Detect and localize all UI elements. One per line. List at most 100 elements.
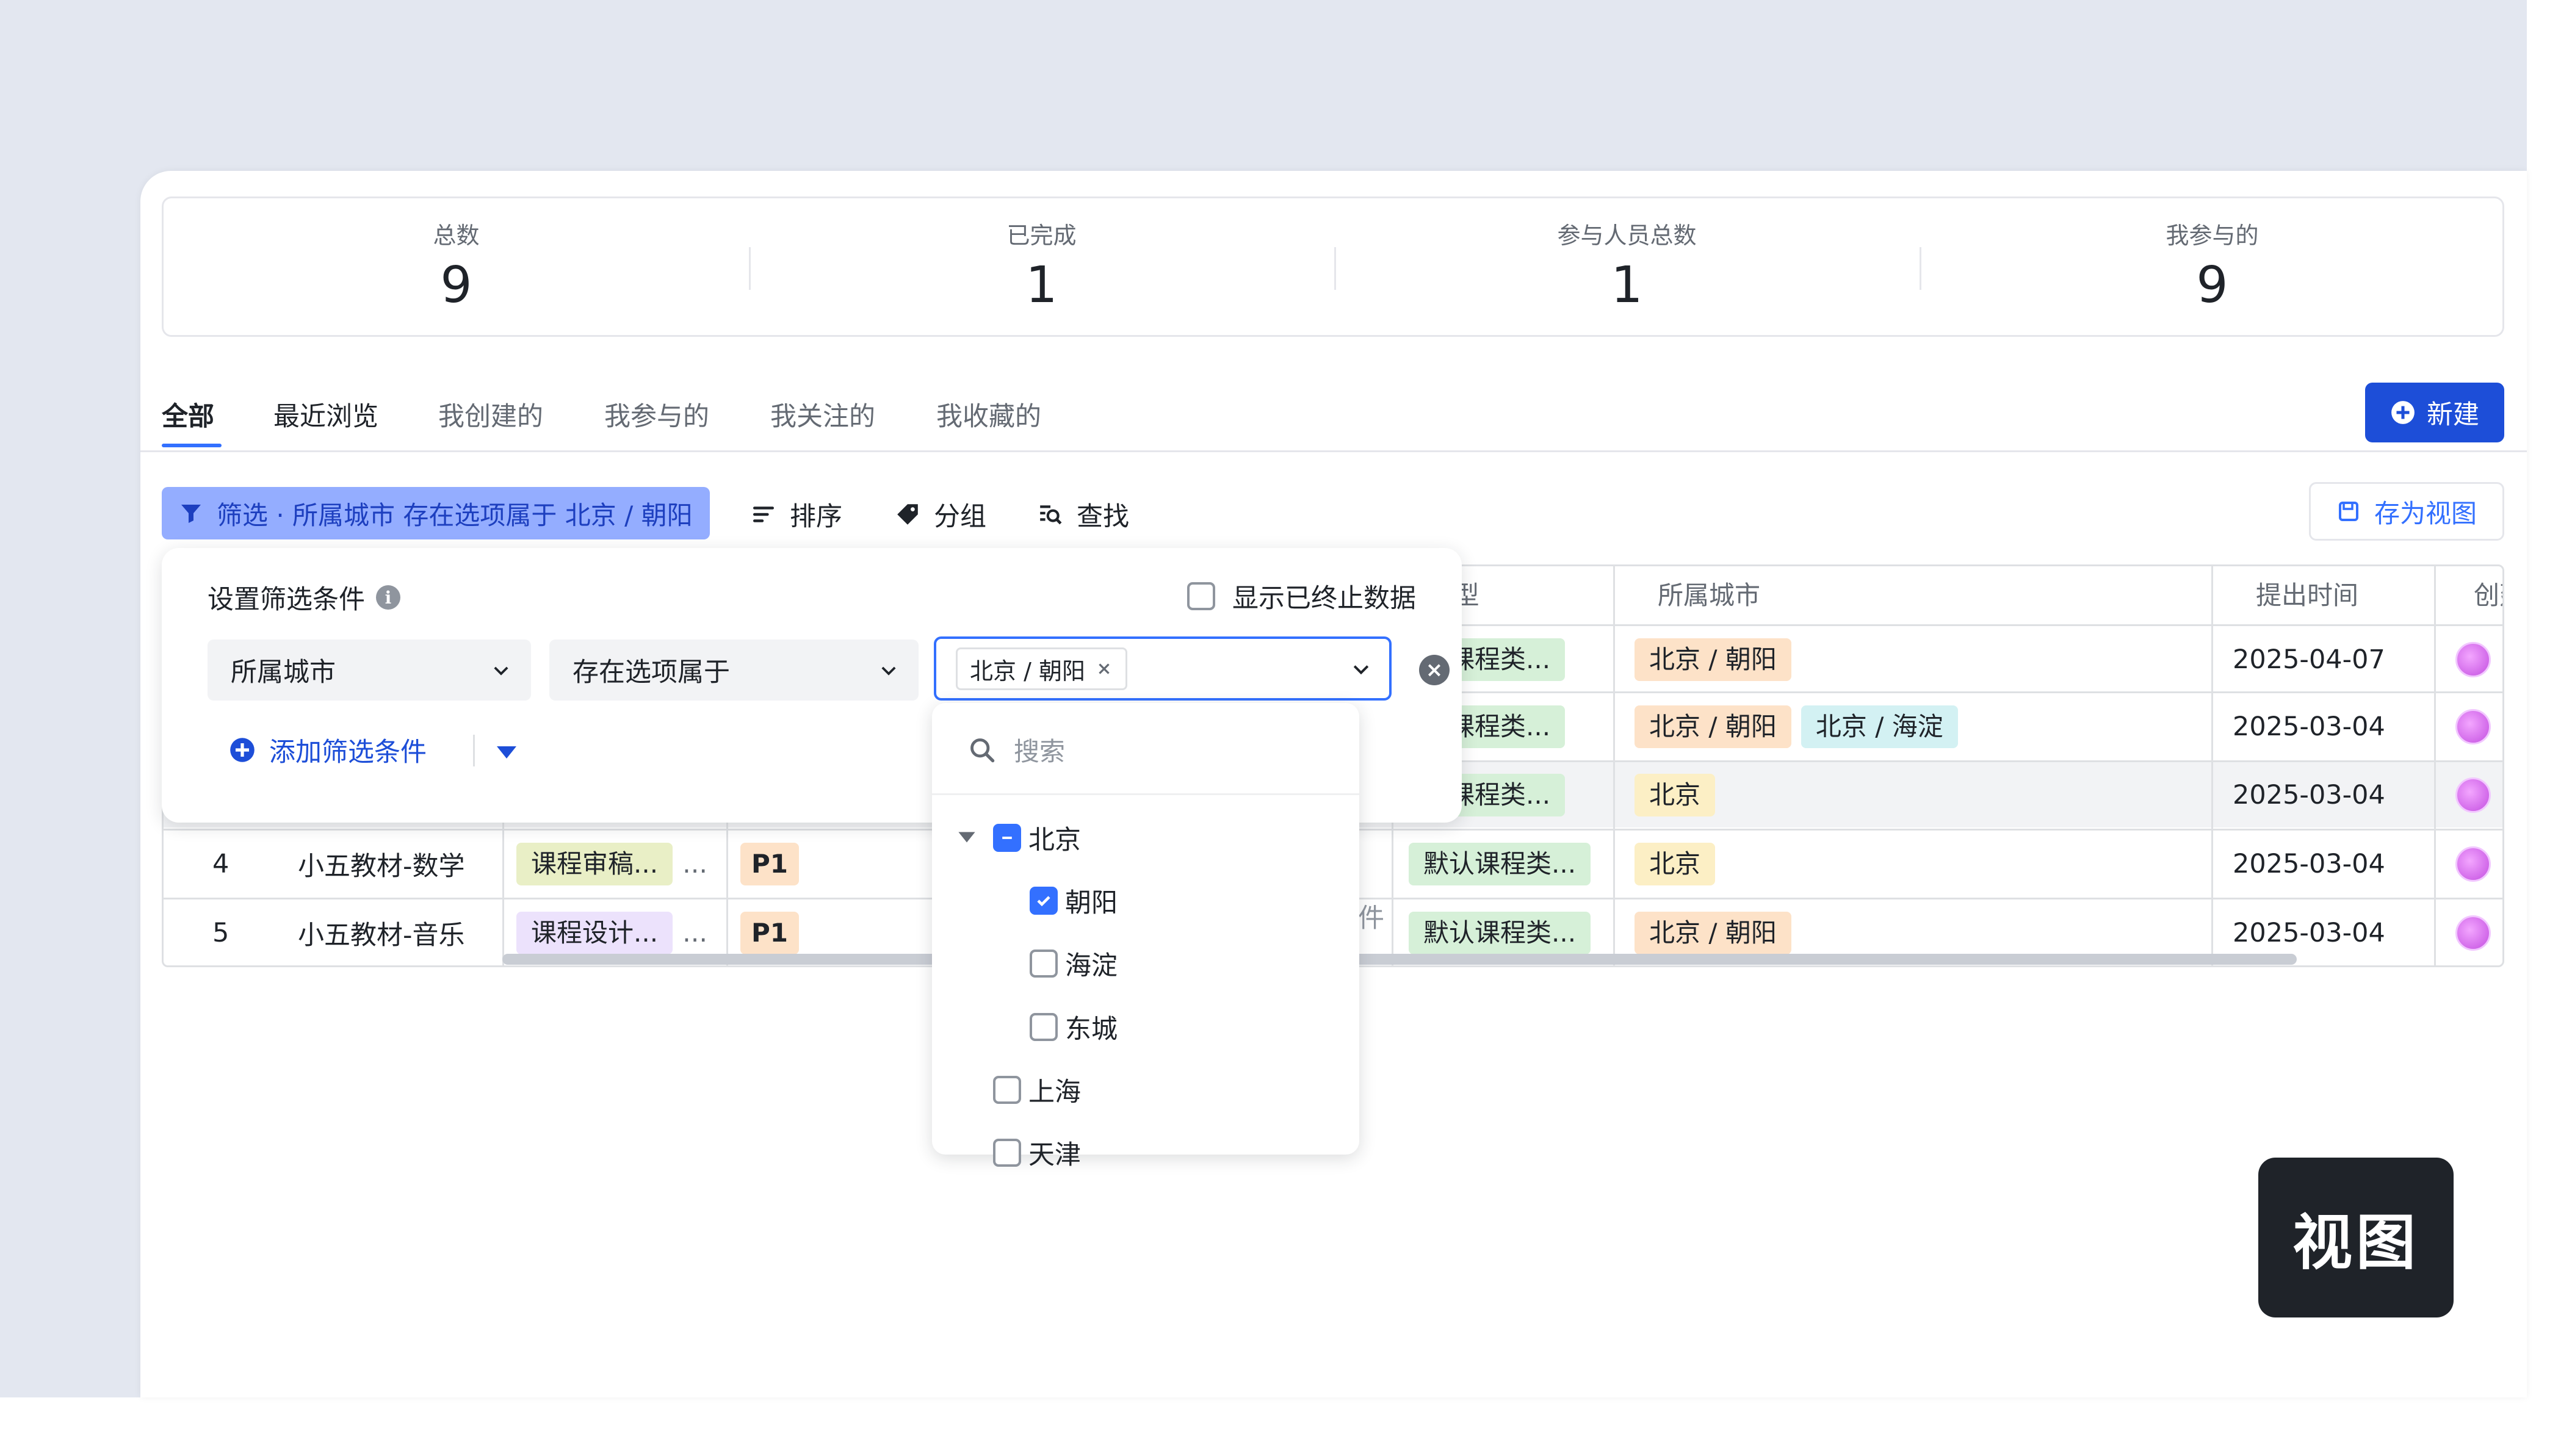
creator-cell [2455, 899, 2491, 965]
field-select[interactable]: 所属城市 [208, 640, 531, 701]
stat-completed: 已完成 1 [749, 198, 1334, 335]
city-cell: 北京 / 朝阳 [1635, 626, 1801, 693]
tab-participated[interactable]: 我参与的 [604, 395, 709, 433]
creator-cell [2455, 626, 2491, 693]
stats-bar: 总数 9 已完成 1 参与人员总数 1 我参与的 9 [162, 196, 2504, 337]
option-label: 海淀 [1065, 951, 1118, 981]
stage-tag: 课程设计... [516, 912, 673, 954]
checkbox[interactable] [993, 1076, 1021, 1104]
stat-participants: 参与人员总数 1 [1334, 198, 1920, 335]
checkbox-checked[interactable] [1030, 887, 1058, 915]
option-label: 东城 [1065, 1014, 1118, 1045]
row-name: 小五教材-音乐 [298, 920, 465, 951]
new-button[interactable]: 新建 [2365, 383, 2504, 442]
option-tianjin[interactable]: 天津 [993, 1134, 1081, 1172]
covered-text: 件 [1358, 903, 1384, 934]
horizontal-scrollbar[interactable] [502, 954, 2297, 965]
date-cell: 2025-03-04 [2233, 849, 2385, 879]
city-cell: 北京 [1635, 831, 1725, 898]
creator-cell [2455, 831, 2491, 898]
group-button[interactable]: 分组 [895, 496, 986, 533]
field-select-value: 所属城市 [231, 657, 336, 688]
close-icon[interactable] [1095, 660, 1113, 678]
priority-cell: P1 [740, 831, 809, 898]
tab-favorites[interactable]: 我收藏的 [936, 395, 1041, 433]
checkbox[interactable] [1030, 1013, 1058, 1041]
row-number: 5 [212, 918, 229, 948]
option-shanghai[interactable]: 上海 [993, 1071, 1081, 1109]
operator-select-value: 存在选项属于 [573, 657, 730, 688]
find-button[interactable]: 查找 [1038, 496, 1129, 533]
remove-condition-icon[interactable]: × [1419, 655, 1450, 685]
option-dongcheng[interactable]: 东城 [1030, 1008, 1118, 1046]
operator-select[interactable]: 存在选项属于 [549, 640, 919, 701]
tab-created[interactable]: 我创建的 [438, 395, 543, 433]
plus-circle-icon [230, 738, 255, 762]
option-label: 上海 [1028, 1077, 1081, 1108]
value-multiselect[interactable]: 北京 / 朝阳 [934, 636, 1392, 701]
filter-chip[interactable]: 筛选 · 所属城市 存在选项属于 北京 / 朝阳 [162, 487, 710, 539]
city-tag: 北京 / 朝阳 [1635, 912, 1791, 954]
stage-tag: 课程审稿... [516, 843, 673, 885]
col-divider [1613, 566, 1615, 965]
date-cell: 2025-03-04 [2233, 712, 2385, 742]
table-row[interactable]: 4 小五教材-数学 [164, 831, 502, 898]
table-row[interactable]: 5 小五教材-音乐 [164, 899, 502, 965]
header-date: 提出时间 [2256, 580, 2359, 610]
option-label: 北京 [1028, 825, 1081, 856]
show-ended-label: 显示已终止数据 [1232, 583, 1416, 614]
info-icon[interactable]: i [376, 585, 400, 610]
save-view-button[interactable]: 存为视图 [2309, 482, 2504, 541]
checkbox[interactable] [993, 1139, 1021, 1167]
checkbox[interactable] [1187, 582, 1215, 610]
tab-followed[interactable]: 我关注的 [770, 395, 875, 433]
sort-button[interactable]: 排序 [751, 496, 842, 533]
avatar [2455, 709, 2491, 744]
more-ellipsis[interactable]: ... [682, 918, 707, 948]
caret-down-icon[interactable] [956, 830, 977, 845]
stat-label: 参与人员总数 [1557, 222, 1697, 249]
checkbox-indeterminate[interactable] [993, 824, 1021, 852]
row-name: 小五教材-数学 [298, 851, 465, 882]
show-ended-toggle[interactable]: 显示已终止数据 [1187, 577, 1416, 615]
dropdown-divider [932, 793, 1359, 795]
sort-icon [753, 506, 775, 522]
option-haidian[interactable]: 海淀 [1030, 945, 1118, 982]
tag-icon [897, 504, 918, 525]
city-dropdown: 搜索 北京 朝阳 海淀 东城 上海 天津 [932, 703, 1359, 1170]
divider [473, 735, 475, 766]
chevron-down-icon [881, 666, 896, 676]
type-tag: 默认课程类... [1409, 912, 1591, 954]
option-label: 天津 [1028, 1140, 1081, 1170]
avatar [2455, 642, 2491, 677]
stat-label: 已完成 [1006, 222, 1077, 249]
more-ellipsis[interactable]: ... [682, 849, 707, 879]
chevron-down-icon [1353, 665, 1369, 675]
option-beijing[interactable]: 北京 [993, 819, 1081, 857]
header-city: 所属城市 [1658, 580, 1761, 610]
option-chaoyang[interactable]: 朝阳 [1030, 882, 1118, 920]
filter-panel-title: 设置筛选条件 i [208, 578, 400, 616]
view-badge[interactable]: 视图 [2258, 1158, 2454, 1317]
city-tag: 北京 / 海淀 [1801, 705, 1958, 748]
group-label: 分组 [934, 502, 986, 532]
find-icon [1040, 505, 1062, 525]
find-label: 查找 [1077, 502, 1129, 532]
avatar [2455, 915, 2491, 951]
tab-recent[interactable]: 最近浏览 [273, 395, 378, 433]
save-view-label: 存为视图 [2374, 498, 2477, 528]
add-condition-label: 添加筛选条件 [269, 737, 427, 768]
checkbox[interactable] [1030, 950, 1058, 978]
date-cell: 2025-04-07 [2233, 644, 2385, 675]
stat-label: 总数 [433, 222, 480, 249]
tab-all[interactable]: 全部 [162, 395, 214, 433]
dropdown-search[interactable]: 搜索 [969, 731, 1065, 768]
add-condition-button[interactable]: 添加筛选条件 [229, 731, 427, 769]
caret-down-icon[interactable] [494, 743, 519, 762]
option-label: 朝阳 [1065, 888, 1118, 918]
save-icon [2338, 502, 2358, 521]
stat-value: 1 [1025, 256, 1058, 314]
city-tag: 北京 / 朝阳 [1635, 638, 1791, 681]
type-tag: 默认课程类... [1409, 843, 1591, 885]
priority-tag: P1 [740, 843, 800, 885]
